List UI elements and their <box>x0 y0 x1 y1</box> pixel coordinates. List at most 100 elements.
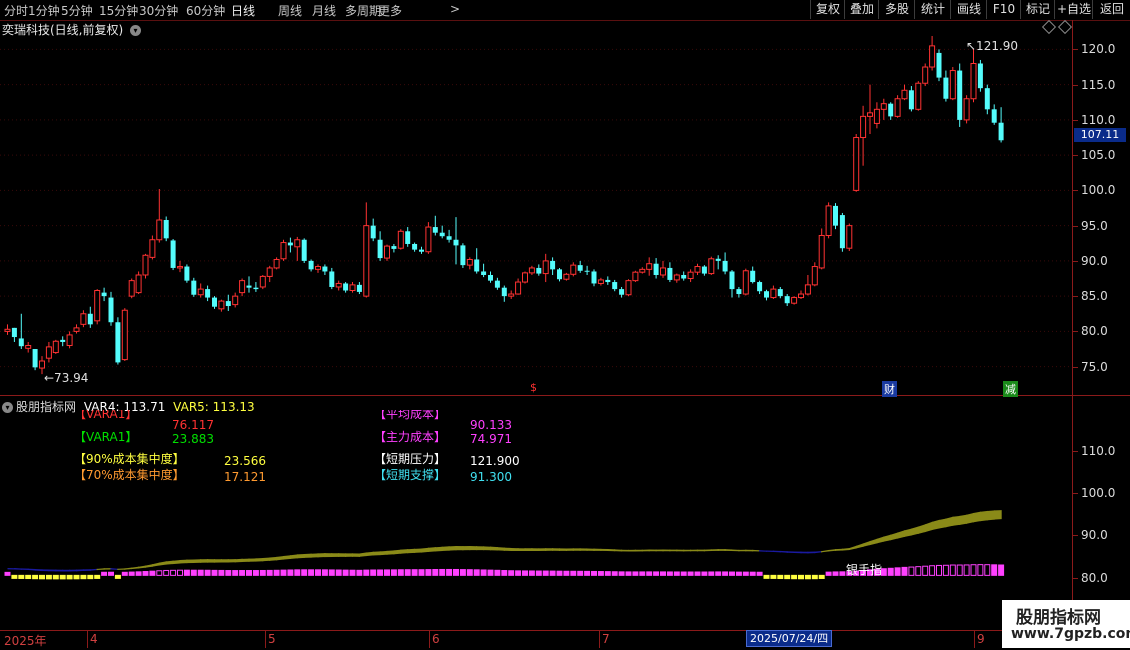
period-tab[interactable]: 月线 <box>312 2 336 19</box>
toolbar-button[interactable]: 标记 <box>1020 0 1055 19</box>
candle[interactable] <box>915 81 922 111</box>
candle[interactable] <box>149 235 156 260</box>
candle[interactable] <box>212 296 217 309</box>
candle[interactable] <box>846 223 853 252</box>
candle[interactable] <box>764 289 769 301</box>
candle[interactable] <box>557 267 562 282</box>
toolbar-button[interactable]: 多股 <box>878 0 915 19</box>
candle[interactable] <box>839 212 845 252</box>
candle[interactable] <box>757 280 763 295</box>
candle[interactable] <box>722 252 728 275</box>
candle[interactable] <box>646 257 653 276</box>
candle[interactable] <box>488 271 493 283</box>
candle[interactable] <box>943 70 949 102</box>
candle[interactable] <box>439 225 445 239</box>
candle[interactable] <box>343 282 349 293</box>
period-tab[interactable]: 30分钟 <box>139 2 178 19</box>
candle[interactable] <box>397 229 404 250</box>
candle[interactable] <box>998 107 1004 143</box>
candle[interactable] <box>501 285 507 302</box>
candle[interactable] <box>880 98 887 120</box>
candle[interactable] <box>315 264 321 273</box>
candle[interactable] <box>742 268 749 296</box>
candle[interactable] <box>370 218 376 242</box>
candle[interactable] <box>66 331 73 349</box>
candle[interactable] <box>963 95 970 124</box>
candle[interactable] <box>329 267 335 290</box>
candle[interactable] <box>474 248 480 274</box>
candle[interactable] <box>536 264 542 276</box>
period-tab[interactable]: 日线 <box>231 2 255 19</box>
candle[interactable] <box>632 270 639 283</box>
candle[interactable] <box>612 279 618 292</box>
candle[interactable] <box>515 278 522 295</box>
candle[interactable] <box>45 341 52 363</box>
candle[interactable] <box>273 257 280 270</box>
candle[interactable] <box>853 133 860 192</box>
candle[interactable] <box>425 222 432 254</box>
candle[interactable] <box>508 290 515 299</box>
candle[interactable] <box>694 263 701 275</box>
candle[interactable] <box>528 265 535 275</box>
candle[interactable] <box>563 272 570 281</box>
candle[interactable] <box>94 289 101 325</box>
candle[interactable] <box>135 271 142 295</box>
candle[interactable] <box>232 292 239 308</box>
candle[interactable] <box>591 269 597 287</box>
period-tab[interactable]: 5分钟 <box>61 2 93 19</box>
candle[interactable] <box>197 283 204 298</box>
candle[interactable] <box>446 229 452 243</box>
candle[interactable] <box>494 277 500 290</box>
candle[interactable] <box>466 257 473 270</box>
candle[interactable] <box>156 188 163 243</box>
candle[interactable] <box>253 282 259 292</box>
candle[interactable] <box>639 267 646 274</box>
candle[interactable] <box>894 95 901 118</box>
candle[interactable] <box>984 84 990 115</box>
candle[interactable] <box>280 239 287 261</box>
candle[interactable] <box>115 317 121 365</box>
candle[interactable] <box>184 264 190 283</box>
candle[interactable] <box>619 286 625 298</box>
candle[interactable] <box>770 285 777 299</box>
candle[interactable] <box>294 236 301 261</box>
candle[interactable] <box>687 269 694 283</box>
candle[interactable] <box>191 277 197 297</box>
candle[interactable] <box>605 276 611 285</box>
candle[interactable] <box>701 265 707 276</box>
candle[interactable] <box>991 104 997 125</box>
event-marker[interactable]: $ <box>528 381 539 394</box>
candle[interactable] <box>798 290 804 299</box>
event-marker[interactable]: 财 <box>882 381 897 397</box>
candle[interactable] <box>729 270 735 298</box>
candle[interactable] <box>673 273 680 283</box>
candle[interactable] <box>577 260 583 273</box>
candle[interactable] <box>121 308 128 362</box>
candle[interactable] <box>218 299 225 312</box>
candle[interactable] <box>860 105 867 166</box>
candle[interactable] <box>32 349 38 371</box>
candle[interactable] <box>811 262 818 287</box>
candle[interactable] <box>804 274 811 296</box>
period-tab[interactable]: 更多 <box>378 2 402 19</box>
candle[interactable] <box>625 279 632 297</box>
candle[interactable] <box>377 231 383 261</box>
candle[interactable] <box>60 336 66 347</box>
candle[interactable] <box>681 271 687 281</box>
candle[interactable] <box>101 287 107 302</box>
candle[interactable] <box>363 202 370 298</box>
period-tab[interactable]: 周线 <box>278 2 302 19</box>
candle[interactable] <box>584 265 590 275</box>
candle[interactable] <box>25 341 32 353</box>
candle[interactable] <box>308 259 314 272</box>
candle[interactable] <box>957 63 963 127</box>
candle[interactable] <box>87 306 93 328</box>
candle[interactable] <box>888 102 894 120</box>
event-marker[interactable]: 减 <box>1003 381 1018 397</box>
candle[interactable] <box>708 256 715 275</box>
candle[interactable] <box>818 228 825 270</box>
candle[interactable] <box>356 282 362 295</box>
candle[interactable] <box>833 203 838 230</box>
candle[interactable] <box>936 49 942 82</box>
candle[interactable] <box>349 282 356 293</box>
